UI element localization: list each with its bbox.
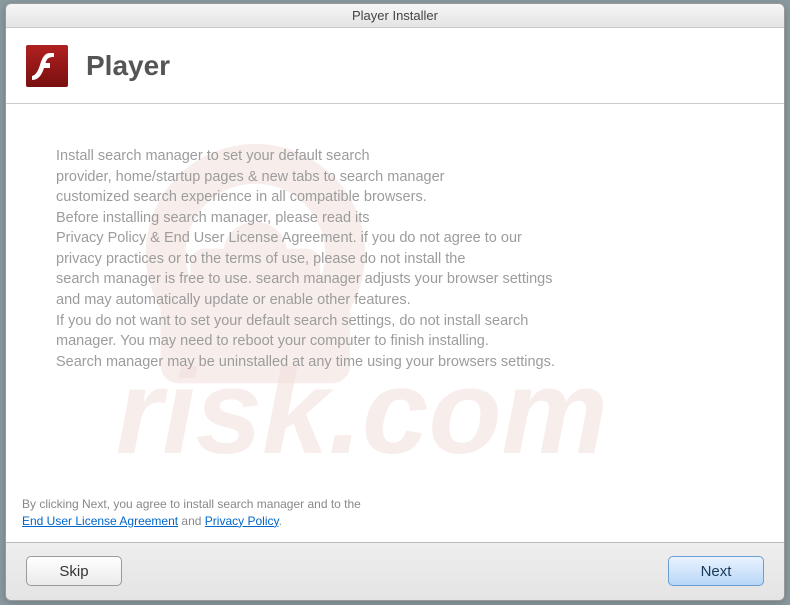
installer-window: Player Installer Player risk.com Install… <box>5 3 785 601</box>
next-button[interactable]: Next <box>668 556 764 586</box>
content-area: risk.com Install search manager to set y… <box>6 104 784 496</box>
skip-button[interactable]: Skip <box>26 556 122 586</box>
consent-prefix: By clicking Next, you agree to install s… <box>22 497 361 511</box>
header: Player <box>6 28 784 104</box>
consent-and: and <box>178 514 205 528</box>
eula-link[interactable]: End User License Agreement <box>22 514 178 528</box>
consent-period: . <box>279 514 282 528</box>
window-title: Player Installer <box>352 8 438 23</box>
window-titlebar: Player Installer <box>6 4 784 28</box>
privacy-policy-link[interactable]: Privacy Policy <box>205 514 279 528</box>
body-text: Install search manager to set your defau… <box>56 146 734 372</box>
app-title: Player <box>86 50 170 82</box>
button-bar: Skip Next <box>6 542 784 600</box>
flash-player-icon <box>26 45 68 87</box>
footer-consent: By clicking Next, you agree to install s… <box>6 496 784 542</box>
